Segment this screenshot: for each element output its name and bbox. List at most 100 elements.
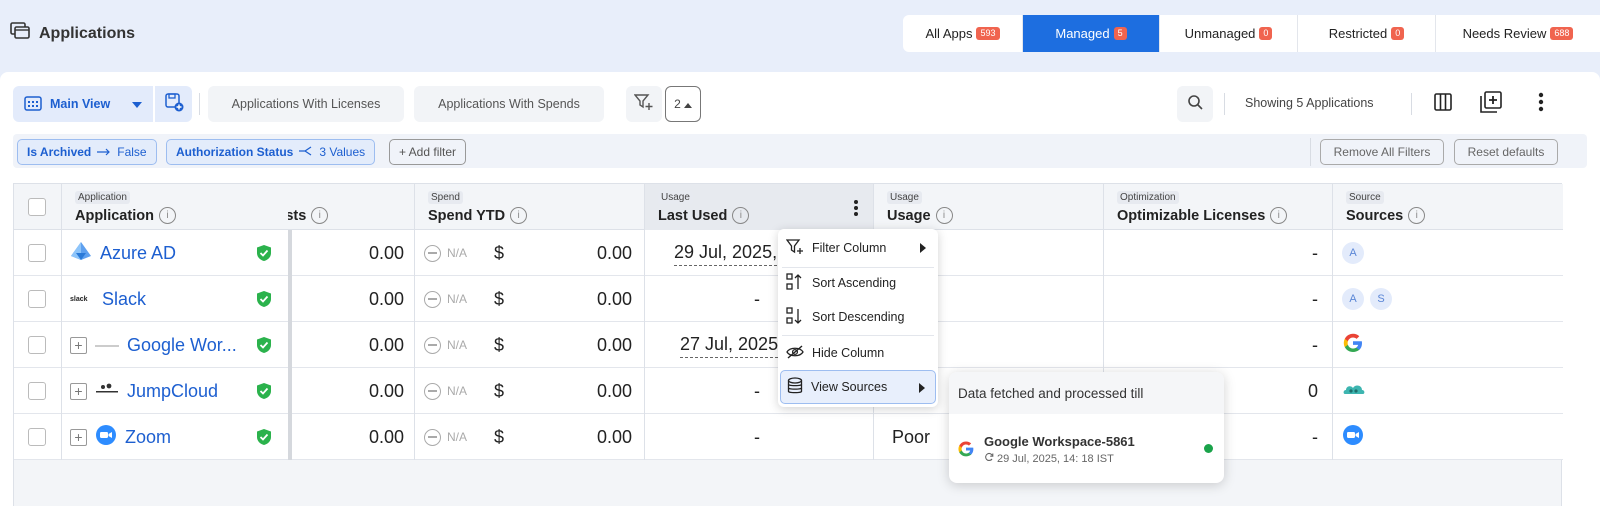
info-icon[interactable]: i: [732, 207, 750, 224]
source-badge[interactable]: A: [1342, 242, 1364, 264]
submenu-arrow-icon: [919, 383, 925, 393]
eye-off-icon: [786, 344, 804, 362]
filter-toggle-button[interactable]: [626, 86, 662, 122]
tab-unmanaged[interactable]: Unmanaged 0: [1160, 15, 1298, 52]
column-label: Spend YTD: [428, 207, 506, 224]
header-spend-ytd[interactable]: Spend Spend YTD i: [415, 184, 645, 230]
app-name-link[interactable]: Zoom: [125, 427, 171, 448]
header-costs[interactable]: x Costsi: [288, 184, 415, 230]
search-icon: [1187, 94, 1203, 115]
save-view-icon: [164, 92, 184, 117]
divider: [1310, 138, 1311, 166]
header-usage[interactable]: Usage Usage i: [874, 184, 1104, 230]
tab-all-apps[interactable]: All Apps 593: [903, 15, 1023, 52]
info-icon[interactable]: i: [1270, 207, 1288, 224]
app-cell: slack Slack: [70, 276, 146, 322]
filter-count-button[interactable]: 2: [665, 86, 701, 122]
menu-item-label: Sort Ascending: [812, 276, 897, 290]
column-menu-icon[interactable]: [853, 199, 859, 222]
showing-count: Showing 5 Applications: [1245, 96, 1374, 110]
columns-button[interactable]: [1431, 92, 1455, 116]
column-label: Usage: [887, 207, 931, 224]
add-filter-button[interactable]: + Add filter: [389, 139, 467, 165]
app-name-link[interactable]: Azure AD: [100, 243, 176, 264]
filter-chip-is-archived[interactable]: Is Archived False: [17, 139, 157, 165]
optimizable-value: -: [1312, 242, 1318, 263]
page-title-text: Applications: [39, 24, 136, 42]
view-selector[interactable]: Main View: [13, 86, 153, 122]
currency-symbol: $: [494, 334, 505, 355]
usage-value: Poor: [892, 426, 931, 447]
row-checkbox[interactable]: [28, 382, 46, 400]
google-source-icon[interactable]: [1342, 332, 1364, 359]
row-checkbox-cell: [28, 368, 46, 414]
pill-applications-with-licenses[interactable]: Applications With Licenses: [208, 86, 404, 122]
info-icon[interactable]: i: [311, 207, 329, 224]
reset-defaults-button[interactable]: Reset defaults: [1454, 139, 1558, 165]
spend-value: 0.00: [596, 334, 632, 355]
filter-chip-authorization-status[interactable]: Authorization Status 3 Values: [166, 139, 376, 165]
column-group: Usage: [658, 191, 693, 204]
source-badge[interactable]: A: [1342, 288, 1364, 310]
tab-label: All Apps: [925, 26, 973, 41]
tab-count: 0: [1259, 27, 1273, 40]
menu-item-hide-column[interactable]: Hide Column: [780, 336, 936, 370]
header-application[interactable]: Application Application i: [62, 184, 288, 230]
column-divider: [644, 184, 645, 460]
info-icon[interactable]: i: [1408, 207, 1426, 224]
applications-icon: [10, 22, 30, 45]
last-used-value[interactable]: 27 Jul, 2025: [680, 332, 779, 358]
divider: [1411, 93, 1412, 115]
last-used-value[interactable]: 29 Jul, 2025,: [674, 240, 778, 266]
row-checkbox[interactable]: [28, 428, 46, 446]
header-optimizable-licenses[interactable]: Optimization Optimizable Licenses i: [1104, 184, 1333, 230]
add-application-button[interactable]: [1479, 90, 1503, 116]
info-icon[interactable]: i: [158, 207, 176, 224]
column-group: Spend: [428, 191, 463, 204]
source-name[interactable]: Google Workspace-5861: [984, 434, 1135, 449]
tab-needs-review[interactable]: Needs Review 688: [1436, 15, 1600, 52]
expand-row-icon[interactable]: +: [70, 382, 87, 400]
row-checkbox[interactable]: [28, 290, 46, 308]
remove-all-filters-button[interactable]: Remove All Filters: [1320, 139, 1444, 165]
more-options-button[interactable]: [1529, 92, 1553, 116]
columns-icon: [1433, 92, 1453, 117]
expand-row-icon[interactable]: +: [70, 336, 87, 354]
sources-cell: AS: [1342, 276, 1398, 322]
column-group: Optimization: [1117, 191, 1179, 204]
arrow-right-icon: [97, 145, 111, 159]
app-name-link[interactable]: JumpCloud: [127, 381, 218, 402]
menu-item-view-sources[interactable]: View Sources: [780, 370, 936, 404]
jumpcloud-source-icon[interactable]: [1342, 381, 1366, 402]
info-icon[interactable]: i: [510, 207, 528, 224]
save-view-button[interactable]: [155, 86, 192, 122]
row-checkbox[interactable]: [28, 336, 46, 354]
header-last-used[interactable]: Usage Last Used i: [645, 184, 874, 230]
search-button[interactable]: [1177, 86, 1213, 122]
spend-na: N/A: [424, 414, 467, 460]
google-workspace-logo: [95, 336, 119, 354]
menu-item-sort-descending[interactable]: Sort Descending: [780, 300, 936, 334]
caret-up-icon: [683, 97, 692, 111]
tab-count: 593: [976, 27, 1000, 40]
menu-item-filter-column[interactable]: Filter Column: [780, 231, 936, 265]
pill-applications-with-spends[interactable]: Applications With Spends: [414, 86, 604, 122]
tab-managed[interactable]: Managed 5: [1023, 15, 1160, 52]
row-checkbox[interactable]: [28, 244, 46, 262]
app-name-link[interactable]: Slack: [102, 289, 146, 310]
table-row[interactable]: + Zoom 0.00 N/A $ 0.00 - Poor -: [14, 414, 1563, 460]
sync-icon: [984, 452, 994, 465]
source-badge[interactable]: S: [1370, 288, 1392, 310]
row-checkbox-cell: [28, 230, 46, 276]
header-sources[interactable]: Source Sources i: [1333, 184, 1563, 230]
spend-value: 0.00: [596, 426, 632, 447]
zoom-source-icon[interactable]: [1342, 424, 1364, 451]
tab-count: 0: [1391, 27, 1405, 40]
select-all-checkbox[interactable]: [28, 198, 46, 216]
tab-restricted[interactable]: Restricted 0: [1298, 15, 1436, 52]
slack-logo: slack: [70, 295, 88, 303]
info-icon[interactable]: i: [935, 207, 953, 224]
menu-item-sort-ascending[interactable]: Sort Ascending: [780, 266, 936, 300]
app-name-link[interactable]: Google Wor...: [127, 335, 237, 356]
expand-row-icon[interactable]: +: [70, 428, 87, 446]
